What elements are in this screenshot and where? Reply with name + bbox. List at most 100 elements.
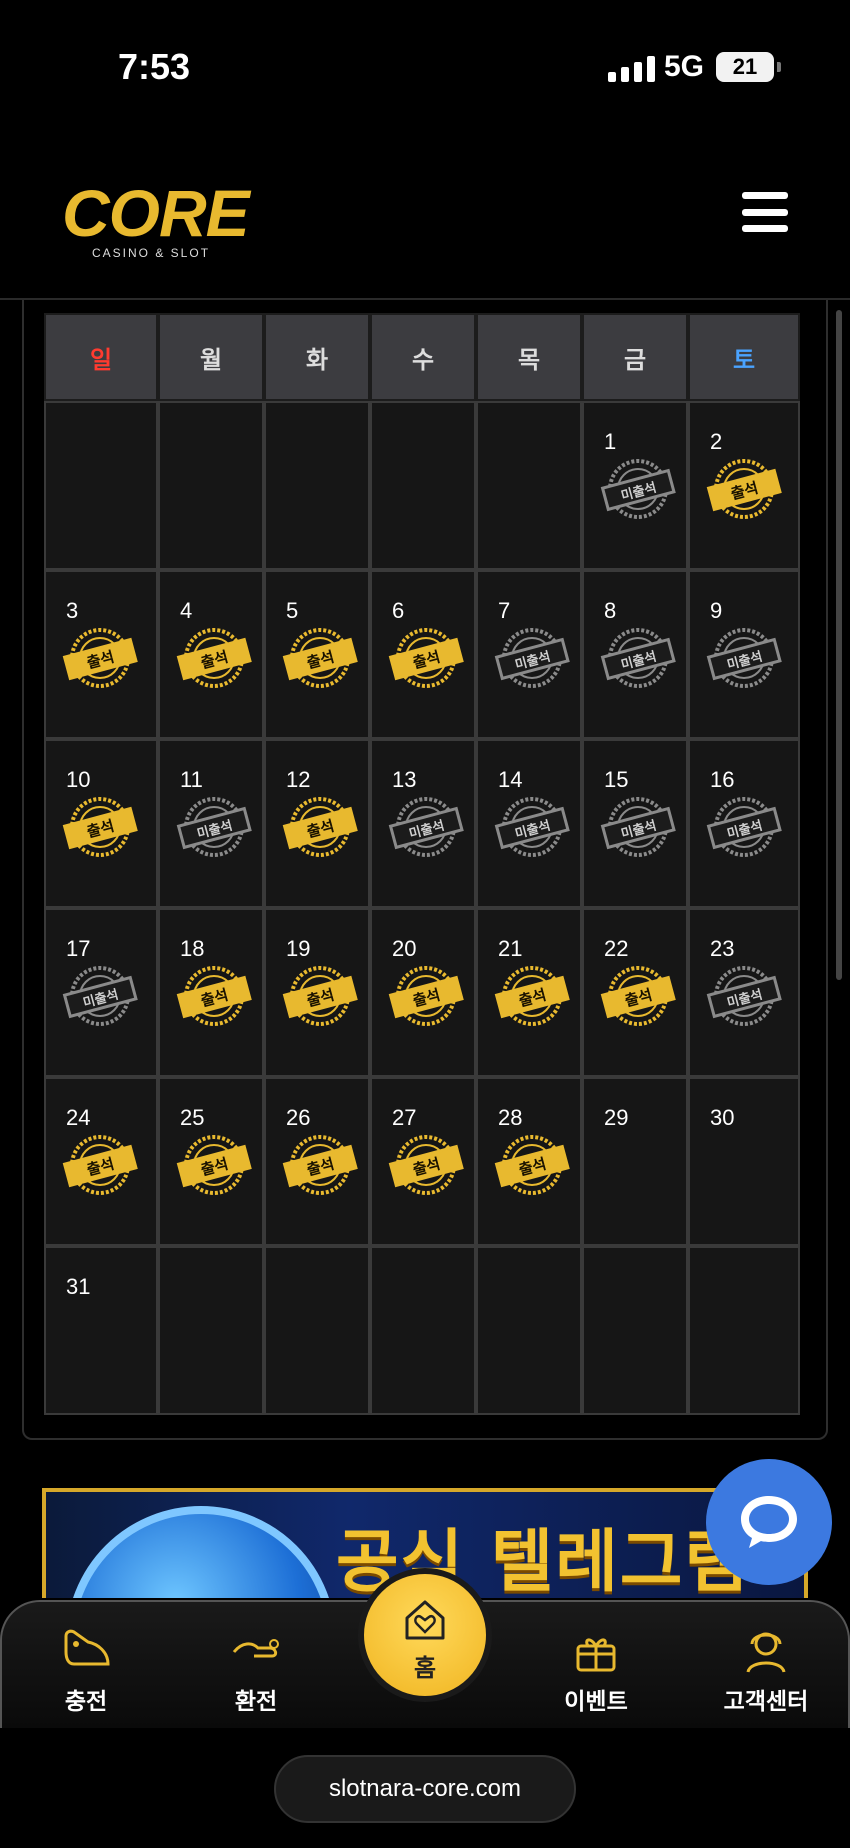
calendar-day-16[interactable]: 16 미출석: [688, 739, 800, 908]
day-number: 28: [498, 1105, 523, 1130]
calendar-day-12[interactable]: 12 출석: [264, 739, 370, 908]
day-number: 29: [604, 1105, 629, 1130]
calendar-empty-cell: [688, 1246, 800, 1415]
day-number: 19: [286, 936, 311, 961]
calendar-day-23[interactable]: 23 미출석: [688, 908, 800, 1077]
absent-stamp-icon: 미출석: [492, 624, 572, 692]
attended-stamp-icon: 출석: [60, 793, 140, 861]
absent-stamp-icon: 미출석: [704, 962, 784, 1030]
day-number: 18: [180, 936, 205, 961]
calendar-day-7[interactable]: 7 미출석: [476, 570, 582, 739]
absent-stamp-icon: 미출석: [492, 793, 572, 861]
home-heart-icon: [405, 1600, 445, 1640]
absent-stamp-icon: 미출석: [174, 793, 254, 861]
calendar-day-11[interactable]: 11 미출석: [158, 739, 264, 908]
weekday-header: 일 월 화 수 목 금 토: [44, 313, 806, 401]
logo-wordmark: CORE: [62, 176, 250, 250]
calendar-day-6[interactable]: 6 출석: [370, 570, 476, 739]
network-type: 5G: [664, 50, 705, 83]
day-number: 30: [710, 1105, 735, 1130]
calendar-day-26[interactable]: 26 출석: [264, 1077, 370, 1246]
absent-stamp-icon: 미출석: [598, 624, 678, 692]
nav-event[interactable]: 이벤트: [536, 1622, 656, 1716]
absent-stamp-icon: 미출석: [598, 455, 678, 523]
calendar-day-5[interactable]: 5 출석: [264, 570, 370, 739]
weekday-wed: 수: [370, 313, 476, 401]
calendar-day-3[interactable]: 3 출석: [44, 570, 158, 739]
calendar-empty-cell: [476, 401, 582, 570]
calendar-day-17[interactable]: 17 미출석: [44, 908, 158, 1077]
nav-withdraw-label: 환전: [234, 1689, 278, 1715]
day-number: 14: [498, 767, 523, 792]
day-number: 20: [392, 936, 417, 961]
attended-stamp-icon: 출석: [280, 793, 360, 861]
calendar-day-27[interactable]: 27 출석: [370, 1077, 476, 1246]
status-time: 7:53: [118, 46, 191, 87]
calendar-day-24[interactable]: 24 출석: [44, 1077, 158, 1246]
calendar-day-28[interactable]: 28 출석: [476, 1077, 582, 1246]
weekday-tue: 화: [264, 313, 370, 401]
scrollbar[interactable]: [836, 310, 842, 980]
browser-url-bar[interactable]: slotnara-core.com: [274, 1755, 576, 1823]
attended-stamp-icon: 출석: [386, 624, 466, 692]
day-number: 9: [710, 598, 723, 623]
day-number: 15: [604, 767, 629, 792]
day-number: 12: [286, 767, 311, 792]
calendar-day-2[interactable]: 2 출석: [688, 401, 800, 570]
day-number: 7: [498, 598, 511, 623]
calendar-day-29[interactable]: 29: [582, 1077, 688, 1246]
calendar-day-10[interactable]: 10 출석: [44, 739, 158, 908]
core-logo[interactable]: CORE CASINO & SLOT: [62, 180, 262, 260]
attended-stamp-icon: 출석: [60, 624, 140, 692]
menu-icon[interactable]: [742, 192, 788, 232]
nav-deposit-label: 충전: [64, 1689, 108, 1715]
support-agent-icon: [746, 1632, 786, 1673]
nav-home[interactable]: 홈: [358, 1568, 492, 1702]
absent-stamp-icon: 미출석: [60, 962, 140, 1030]
calendar-day-18[interactable]: 18 출석: [158, 908, 264, 1077]
day-number: 4: [180, 598, 193, 623]
calendar-day-30[interactable]: 30: [688, 1077, 800, 1246]
day-number: 3: [66, 598, 79, 623]
day-number: 6: [392, 598, 405, 623]
attended-stamp-icon: 출석: [174, 962, 254, 1030]
attended-stamp-icon: 출석: [386, 962, 466, 1030]
calendar-day-1[interactable]: 1 미출석: [582, 401, 688, 570]
calendar-day-8[interactable]: 8 미출석: [582, 570, 688, 739]
day-number: 25: [180, 1105, 205, 1130]
calendar-day-13[interactable]: 13 미출석: [370, 739, 476, 908]
weekday-sat: 토: [688, 313, 800, 401]
absent-stamp-icon: 미출석: [386, 793, 466, 861]
calendar-day-21[interactable]: 21 출석: [476, 908, 582, 1077]
attended-stamp-icon: 출석: [174, 624, 254, 692]
day-number: 17: [66, 936, 91, 961]
weekday-fri: 금: [582, 313, 688, 401]
calendar-empty-cell: [158, 1246, 264, 1415]
weekday-thu: 목: [476, 313, 582, 401]
absent-stamp-icon: 미출석: [704, 793, 784, 861]
nav-withdraw[interactable]: 환전: [196, 1622, 316, 1716]
attended-stamp-icon: 출석: [492, 1131, 572, 1199]
calendar-day-4[interactable]: 4 출석: [158, 570, 264, 739]
nav-deposit[interactable]: 충전: [26, 1622, 146, 1716]
calendar-day-19[interactable]: 19 출석: [264, 908, 370, 1077]
calendar-empty-cell: [264, 401, 370, 570]
calendar-day-22[interactable]: 22 출석: [582, 908, 688, 1077]
gift-icon: [576, 1638, 616, 1672]
calendar-day-20[interactable]: 20 출석: [370, 908, 476, 1077]
chat-button[interactable]: [706, 1459, 832, 1585]
day-number: 27: [392, 1105, 417, 1130]
calendar-day-25[interactable]: 25 출석: [158, 1077, 264, 1246]
attended-stamp-icon: 출석: [174, 1131, 254, 1199]
calendar-day-14[interactable]: 14 미출석: [476, 739, 582, 908]
calendar-empty-cell: [370, 1246, 476, 1415]
day-number: 5: [286, 598, 299, 623]
attended-stamp-icon: 출석: [280, 962, 360, 1030]
calendar-day-9[interactable]: 9 미출석: [688, 570, 800, 739]
calendar-day-15[interactable]: 15 미출석: [582, 739, 688, 908]
calendar-grid: 1 미출석 2 출석 3 출석 4 출석 5 출석 6 출석 7 미출석 8 미…: [44, 401, 806, 1415]
weekday-sun: 일: [44, 313, 158, 401]
day-number: 13: [392, 767, 417, 792]
calendar-day-31[interactable]: 31: [44, 1246, 158, 1415]
nav-support[interactable]: 고객센터: [706, 1622, 826, 1716]
